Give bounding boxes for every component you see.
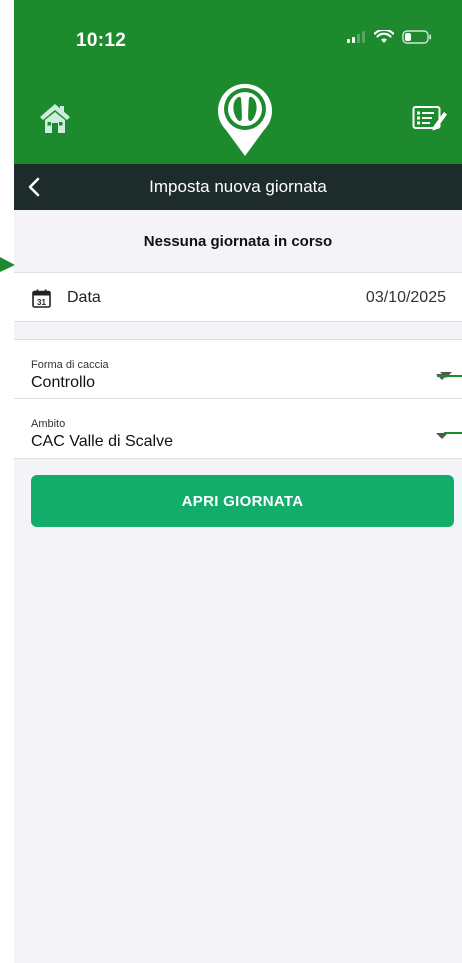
status-message: Nessuna giornata in corso bbox=[143, 233, 333, 250]
hunting-type-select[interactable]: Forma di caccia Controllo bbox=[14, 339, 462, 399]
notes-icon bbox=[412, 106, 447, 131]
field-label: Ambito bbox=[31, 418, 66, 430]
date-value: 03/10/2025 bbox=[365, 289, 446, 306]
signal-icon bbox=[347, 31, 365, 43]
app-screen: 10:12 Imposta nuova giornata Nessuna gio… bbox=[14, 0, 462, 963]
home-icon bbox=[40, 104, 70, 133]
field-value: CAC Valle di Scalve bbox=[31, 433, 173, 450]
date-row[interactable]: 31 Data 03/10/2025 bbox=[14, 272, 462, 322]
open-day-button[interactable]: APRI GIORNATA bbox=[31, 475, 454, 527]
title-bar: Imposta nuova giornata bbox=[14, 164, 462, 210]
annotation-mark-icon bbox=[444, 432, 462, 434]
date-label: Data bbox=[67, 289, 101, 306]
wifi-icon bbox=[374, 30, 394, 43]
status-icons bbox=[346, 30, 432, 44]
annotation-arrow-icon bbox=[0, 257, 15, 272]
app-header: 10:12 bbox=[14, 0, 462, 164]
home-button[interactable] bbox=[38, 101, 72, 135]
page-title: Imposta nuova giornata bbox=[149, 177, 327, 196]
status-time: 10:12 bbox=[76, 30, 127, 51]
calendar-day: 31 bbox=[37, 298, 46, 307]
app-logo-icon bbox=[218, 83, 272, 156]
annotation-mark-icon bbox=[437, 372, 462, 378]
field-value: Controllo bbox=[31, 374, 96, 391]
field-label: Forma di caccia bbox=[31, 359, 109, 371]
calendar-icon: 31 bbox=[32, 289, 51, 308]
notes-button[interactable] bbox=[412, 104, 448, 134]
battery-icon bbox=[402, 30, 432, 44]
app-logo bbox=[217, 80, 273, 158]
area-select[interactable]: Ambito CAC Valle di Scalve bbox=[14, 399, 462, 459]
